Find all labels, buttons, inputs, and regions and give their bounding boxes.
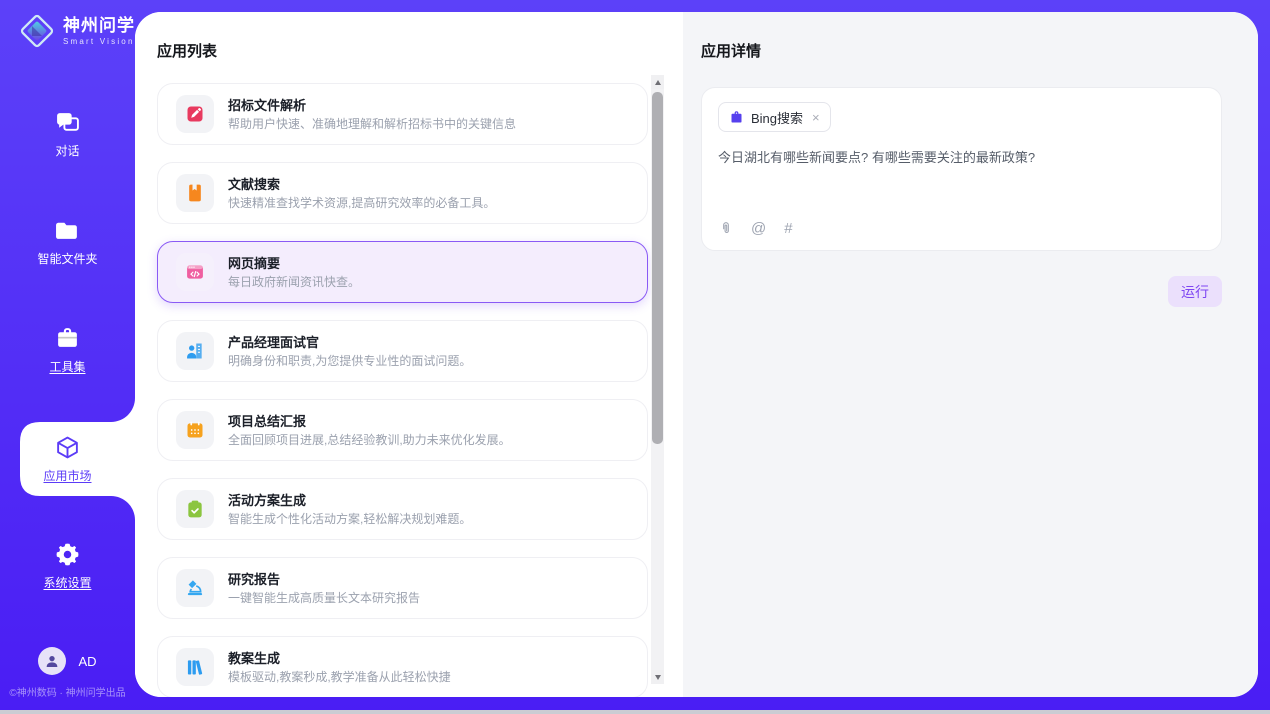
app-card-title: 项目总结汇报 (228, 413, 511, 430)
question-input[interactable]: 今日湖北有哪些新闻要点? 有哪些需要关注的最新政策? (718, 149, 1205, 167)
sidebar-footer: ©神州数码 · 神州问学出品 (0, 684, 135, 699)
sidebar-item-settings[interactable]: 系统设置 (0, 542, 135, 591)
app-card-text: 活动方案生成智能生成个性化活动方案,轻松解决规划难题。 (228, 492, 471, 527)
app-card-title: 研究报告 (228, 571, 420, 588)
input-toolbar: @ # (719, 220, 793, 237)
app-card-description: 一键智能生成高质量长文本研究报告 (228, 591, 420, 606)
app-card[interactable]: 网页摘要每日政府新闻资讯快查。 (157, 241, 648, 303)
diamond-logo-icon (18, 12, 56, 50)
browser-code-icon (185, 262, 205, 282)
books-icon (185, 657, 205, 677)
main-panel: 应用列表 招标文件解析帮助用户快速、准确地理解和解析招标书中的关键信息文献搜索快… (135, 12, 1258, 697)
microscope-icon (185, 578, 205, 598)
triangle-down-icon (655, 675, 661, 680)
sidebar: 神州问学 Smart Vision 对话智能文件夹工具集应用市场系统设置 AD … (0, 0, 135, 714)
triangle-up-icon (655, 80, 661, 85)
app-icon-tile (176, 490, 214, 528)
app-card-description: 模板驱动,教案秒成,教学准备从此轻松快捷 (228, 670, 451, 685)
sidebar-item-tools[interactable]: 工具集 (0, 326, 135, 375)
app-detail-title: 应用详情 (701, 40, 1222, 61)
book-icon (185, 183, 205, 203)
sidebar-item-label: 应用市场 (43, 467, 91, 484)
gear-icon (55, 542, 80, 567)
user-icon (44, 653, 60, 669)
cube-icon (55, 435, 80, 460)
app-card-title: 网页摘要 (228, 255, 360, 272)
folder-icon (55, 218, 80, 243)
app-detail-panel: 应用详情 Bing搜索 × 今日湖北有哪些新闻要点? 有哪些需要关注的最新政策?… (683, 12, 1258, 697)
app-icon-tile (176, 648, 214, 686)
app-card[interactable]: 文献搜索快速精准查找学术资源,提高研究效率的必备工具。 (157, 162, 648, 224)
app-card[interactable]: 项目总结汇报全面回顾项目进展,总结经验教训,助力未来优化发展。 (157, 399, 648, 461)
app-card-description: 智能生成个性化活动方案,轻松解决规划难题。 (228, 512, 471, 527)
sidebar-item-label: 系统设置 (43, 574, 91, 591)
scroll-up-button[interactable] (651, 75, 664, 89)
tool-tag-bing-search[interactable]: Bing搜索 × (718, 102, 831, 132)
app-card-title: 产品经理面试官 (228, 334, 471, 351)
briefcase-icon (55, 326, 80, 351)
app-card-text: 教案生成模板驱动,教案秒成,教学准备从此轻松快捷 (228, 650, 451, 685)
sidebar-item-label: 对话 (55, 142, 79, 159)
app-card-text: 招标文件解析帮助用户快速、准确地理解和解析招标书中的关键信息 (228, 97, 516, 132)
clipboard-check-icon (185, 499, 205, 519)
window-bottom-edge (0, 710, 1270, 714)
app-card[interactable]: 招标文件解析帮助用户快速、准确地理解和解析招标书中的关键信息 (157, 83, 648, 145)
paperclip-icon[interactable] (719, 220, 733, 237)
prompt-card: Bing搜索 × 今日湖北有哪些新闻要点? 有哪些需要关注的最新政策? @ # (701, 87, 1222, 251)
sidebar-item-label: 工具集 (49, 358, 85, 375)
sidebar-item-label: 智能文件夹 (37, 250, 97, 267)
avatar[interactable] (38, 647, 66, 675)
app-card-text: 项目总结汇报全面回顾项目进展,总结经验教训,助力未来优化发展。 (228, 413, 511, 448)
app-card[interactable]: 活动方案生成智能生成个性化活动方案,轻松解决规划难题。 (157, 478, 648, 540)
app-card-description: 明确身份和职责,为您提供专业性的面试问题。 (228, 354, 471, 369)
user-initials: AD (78, 654, 96, 669)
brand-text: 神州问学 Smart Vision (63, 17, 135, 46)
app-icon-tile (176, 95, 214, 133)
sidebar-item-chat[interactable]: 对话 (0, 110, 135, 159)
mention-icon[interactable]: @ (751, 220, 766, 237)
briefcase-icon (729, 110, 744, 125)
app-icon-tile (176, 569, 214, 607)
sidebar-item-app-market[interactable]: 应用市场 (0, 424, 135, 494)
edit-square-icon (185, 104, 205, 124)
app-icon-tile (176, 174, 214, 212)
app-card-text: 研究报告一键智能生成高质量长文本研究报告 (228, 571, 420, 606)
brand-subtitle: Smart Vision (63, 37, 135, 46)
app-card[interactable]: 研究报告一键智能生成高质量长文本研究报告 (157, 557, 648, 619)
hashtag-icon[interactable]: # (784, 220, 792, 237)
app-card-title: 招标文件解析 (228, 97, 516, 114)
app-card-text: 文献搜索快速精准查找学术资源,提高研究效率的必备工具。 (228, 176, 495, 211)
app-card-description: 全面回顾项目进展,总结经验教训,助力未来优化发展。 (228, 433, 511, 448)
close-icon[interactable]: × (812, 110, 820, 125)
calendar-icon (185, 420, 205, 440)
app-card-title: 教案生成 (228, 650, 451, 667)
app-card-description: 每日政府新闻资讯快查。 (228, 275, 360, 290)
user-account[interactable]: AD (0, 647, 135, 675)
sidebar-item-folders[interactable]: 智能文件夹 (0, 218, 135, 267)
app-icon-tile (176, 332, 214, 370)
app-icon-tile (176, 253, 214, 291)
tool-tag-label: Bing搜索 (751, 108, 803, 127)
brand-logo: 神州问学 Smart Vision (18, 12, 135, 50)
app-list-title: 应用列表 (157, 40, 683, 61)
app-card[interactable]: 教案生成模板驱动,教案秒成,教学准备从此轻松快捷 (157, 636, 648, 697)
chat-icon (55, 110, 80, 135)
scrollbar[interactable] (651, 75, 664, 684)
app-list-panel: 应用列表 招标文件解析帮助用户快速、准确地理解和解析招标书中的关键信息文献搜索快… (135, 12, 683, 697)
app-card-description: 帮助用户快速、准确地理解和解析招标书中的关键信息 (228, 117, 516, 132)
app-card-description: 快速精准查找学术资源,提高研究效率的必备工具。 (228, 196, 495, 211)
app-card[interactable]: 产品经理面试官明确身份和职责,为您提供专业性的面试问题。 (157, 320, 648, 382)
app-card-text: 网页摘要每日政府新闻资讯快查。 (228, 255, 360, 290)
app-card-title: 文献搜索 (228, 176, 495, 193)
app-window: { "brand": { "name": "神州问学", "subtitle":… (0, 0, 1270, 714)
run-button[interactable]: 运行 (1168, 276, 1222, 307)
scrollbar-thumb[interactable] (652, 92, 663, 444)
interviewer-icon (185, 341, 205, 361)
app-card-text: 产品经理面试官明确身份和职责,为您提供专业性的面试问题。 (228, 334, 471, 369)
run-row: 运行 (701, 276, 1222, 307)
brand-name: 神州问学 (63, 17, 135, 35)
app-icon-tile (176, 411, 214, 449)
app-card-title: 活动方案生成 (228, 492, 471, 509)
scroll-down-button[interactable] (651, 670, 664, 684)
